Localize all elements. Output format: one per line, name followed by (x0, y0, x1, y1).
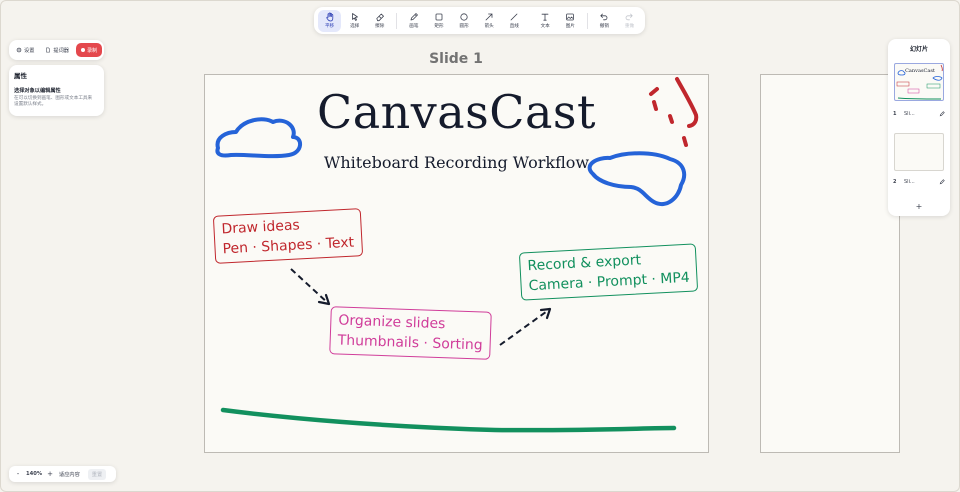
zoom-out-button[interactable]: - (13, 470, 23, 478)
slide-row-1[interactable]: 1 Sli... (893, 109, 945, 119)
tool-arrow[interactable]: 箭头 (478, 10, 501, 32)
slide-row-2[interactable]: 2 Sli... (893, 177, 945, 187)
settings-button-label: 设置 (24, 47, 35, 54)
tool-line[interactable]: 直线 (503, 10, 526, 32)
cursor-icon (351, 13, 358, 21)
dashed-arrow-2 (499, 308, 551, 346)
next-slide-canvas[interactable] (760, 74, 900, 453)
tool-select-label: 选择 (350, 24, 360, 29)
slides-panel-title: 幻灯片 (909, 46, 928, 53)
tool-undo-label: 撤销 (599, 24, 609, 29)
note-organize-slides[interactable]: Organize slides Thumbnails · Sorting (329, 306, 492, 360)
gear-icon (16, 47, 22, 53)
properties-description-line: 设置默认样式。 (14, 102, 47, 107)
slide-thumbnail-2[interactable] (894, 133, 944, 171)
slide-number: 1 (893, 111, 897, 117)
tool-redo-label: 重做 (624, 24, 635, 29)
red-sun-ray (682, 136, 688, 147)
record-button[interactable]: 录制 (75, 43, 103, 57)
tool-hand-label: 平移 (324, 24, 335, 29)
zoom-in-button[interactable]: + (45, 470, 55, 478)
tool-redo[interactable]: 重做 (618, 10, 641, 32)
tool-pen-label: 画笔 (409, 24, 419, 29)
slide-number: 2 (893, 179, 897, 185)
pencil-icon[interactable] (939, 179, 945, 185)
prompter-button[interactable]: 提词器 (41, 43, 73, 57)
tool-select[interactable]: 选择 (343, 10, 366, 32)
zoom-level: 140% (25, 471, 43, 477)
square-icon (435, 13, 443, 21)
slide-thumbnail-1[interactable]: CanvasCast (894, 63, 944, 101)
tool-ellipse[interactable]: 圆形 (453, 10, 476, 32)
slide-name: Sli... (904, 179, 915, 185)
settings-button[interactable]: 设置 (12, 43, 38, 57)
slide-title: CanvasCast (317, 85, 596, 139)
properties-heading: 属性 (14, 72, 27, 80)
tool-ellipse-label: 圆形 (459, 24, 469, 29)
arrow-icon (485, 13, 493, 21)
properties-description: 在可以切换到画笔、图形或文本工具来 设置默认样式。 (14, 96, 99, 108)
prompter-button-label: 提词器 (53, 47, 69, 54)
document-icon (46, 47, 51, 53)
slide-subtitle: Whiteboard Recording Workflow (323, 153, 590, 172)
left-action-bar: 设置 提词器 录制 (9, 40, 104, 60)
record-dot-icon (80, 48, 85, 52)
tool-line-label: 直线 (509, 24, 519, 29)
redo-icon (626, 13, 634, 21)
tool-hand[interactable]: 平移 (318, 9, 342, 32)
tool-pen[interactable]: 画笔 (402, 10, 425, 32)
tool-arrow-label: 箭头 (484, 24, 494, 29)
note-line: Thumbnails · Sorting (337, 332, 483, 354)
text-icon (541, 13, 549, 21)
properties-title: 选择对象以编辑属性 (14, 88, 61, 94)
slide-thumbnail-preview: CanvasCast (896, 64, 943, 100)
slide-label: Slide 1 (429, 51, 483, 67)
reset-zoom-button[interactable]: 重置 (87, 468, 107, 480)
note-record-export[interactable]: Record & export Camera · Prompt · MP4 (518, 243, 699, 301)
zoom-bar: - 140% + 适应内容 重置 (9, 466, 116, 482)
toolbar-divider (586, 12, 588, 29)
dashed-arrow-1 (290, 268, 330, 305)
add-slide-button[interactable]: + (888, 202, 950, 211)
line-icon (510, 13, 518, 21)
slides-panel: 幻灯片 CanvasCast 1 Sli... 2 Sli... + (888, 39, 950, 216)
hand-icon (325, 12, 333, 22)
pen-icon (410, 13, 418, 21)
eraser-icon (376, 13, 384, 22)
green-underline-stroke (220, 407, 677, 433)
tool-text-label: 文本 (540, 24, 550, 29)
toolbar-divider (396, 12, 398, 29)
pencil-icon[interactable] (939, 111, 945, 117)
slide-canvas[interactable]: CanvasCast Whiteboard Recording Workflow… (204, 74, 709, 453)
tool-text[interactable]: 文本 (534, 10, 557, 32)
tool-eraser-label: 擦除 (375, 24, 385, 29)
tool-rect-label: 矩形 (434, 24, 444, 29)
thumbnail-title: CanvasCast (905, 68, 935, 74)
tool-rect[interactable]: 矩形 (427, 10, 450, 32)
tool-undo[interactable]: 撤销 (593, 10, 616, 32)
tool-image[interactable]: 图片 (559, 10, 582, 32)
image-icon (566, 13, 575, 21)
properties-panel: 属性 选择对象以编辑属性 在可以切换到画笔、图形或文本工具来 设置默认样式。 (9, 65, 104, 116)
tool-eraser[interactable]: 擦除 (368, 10, 391, 32)
fit-content-button[interactable]: 适应内容 (59, 471, 80, 478)
record-button-label: 录制 (86, 47, 98, 54)
tool-image-label: 图片 (565, 24, 575, 29)
undo-icon (600, 13, 608, 21)
slide-name: Sli... (904, 111, 915, 117)
drawing-toolbar: 平移 选择 擦除 画笔 矩形 圆形 箭头 直线 文本 图片 撤销 重做 (314, 7, 645, 34)
note-draw-ideas[interactable]: Draw ideas Pen · Shapes · Text (212, 208, 363, 264)
circle-icon (460, 13, 468, 21)
